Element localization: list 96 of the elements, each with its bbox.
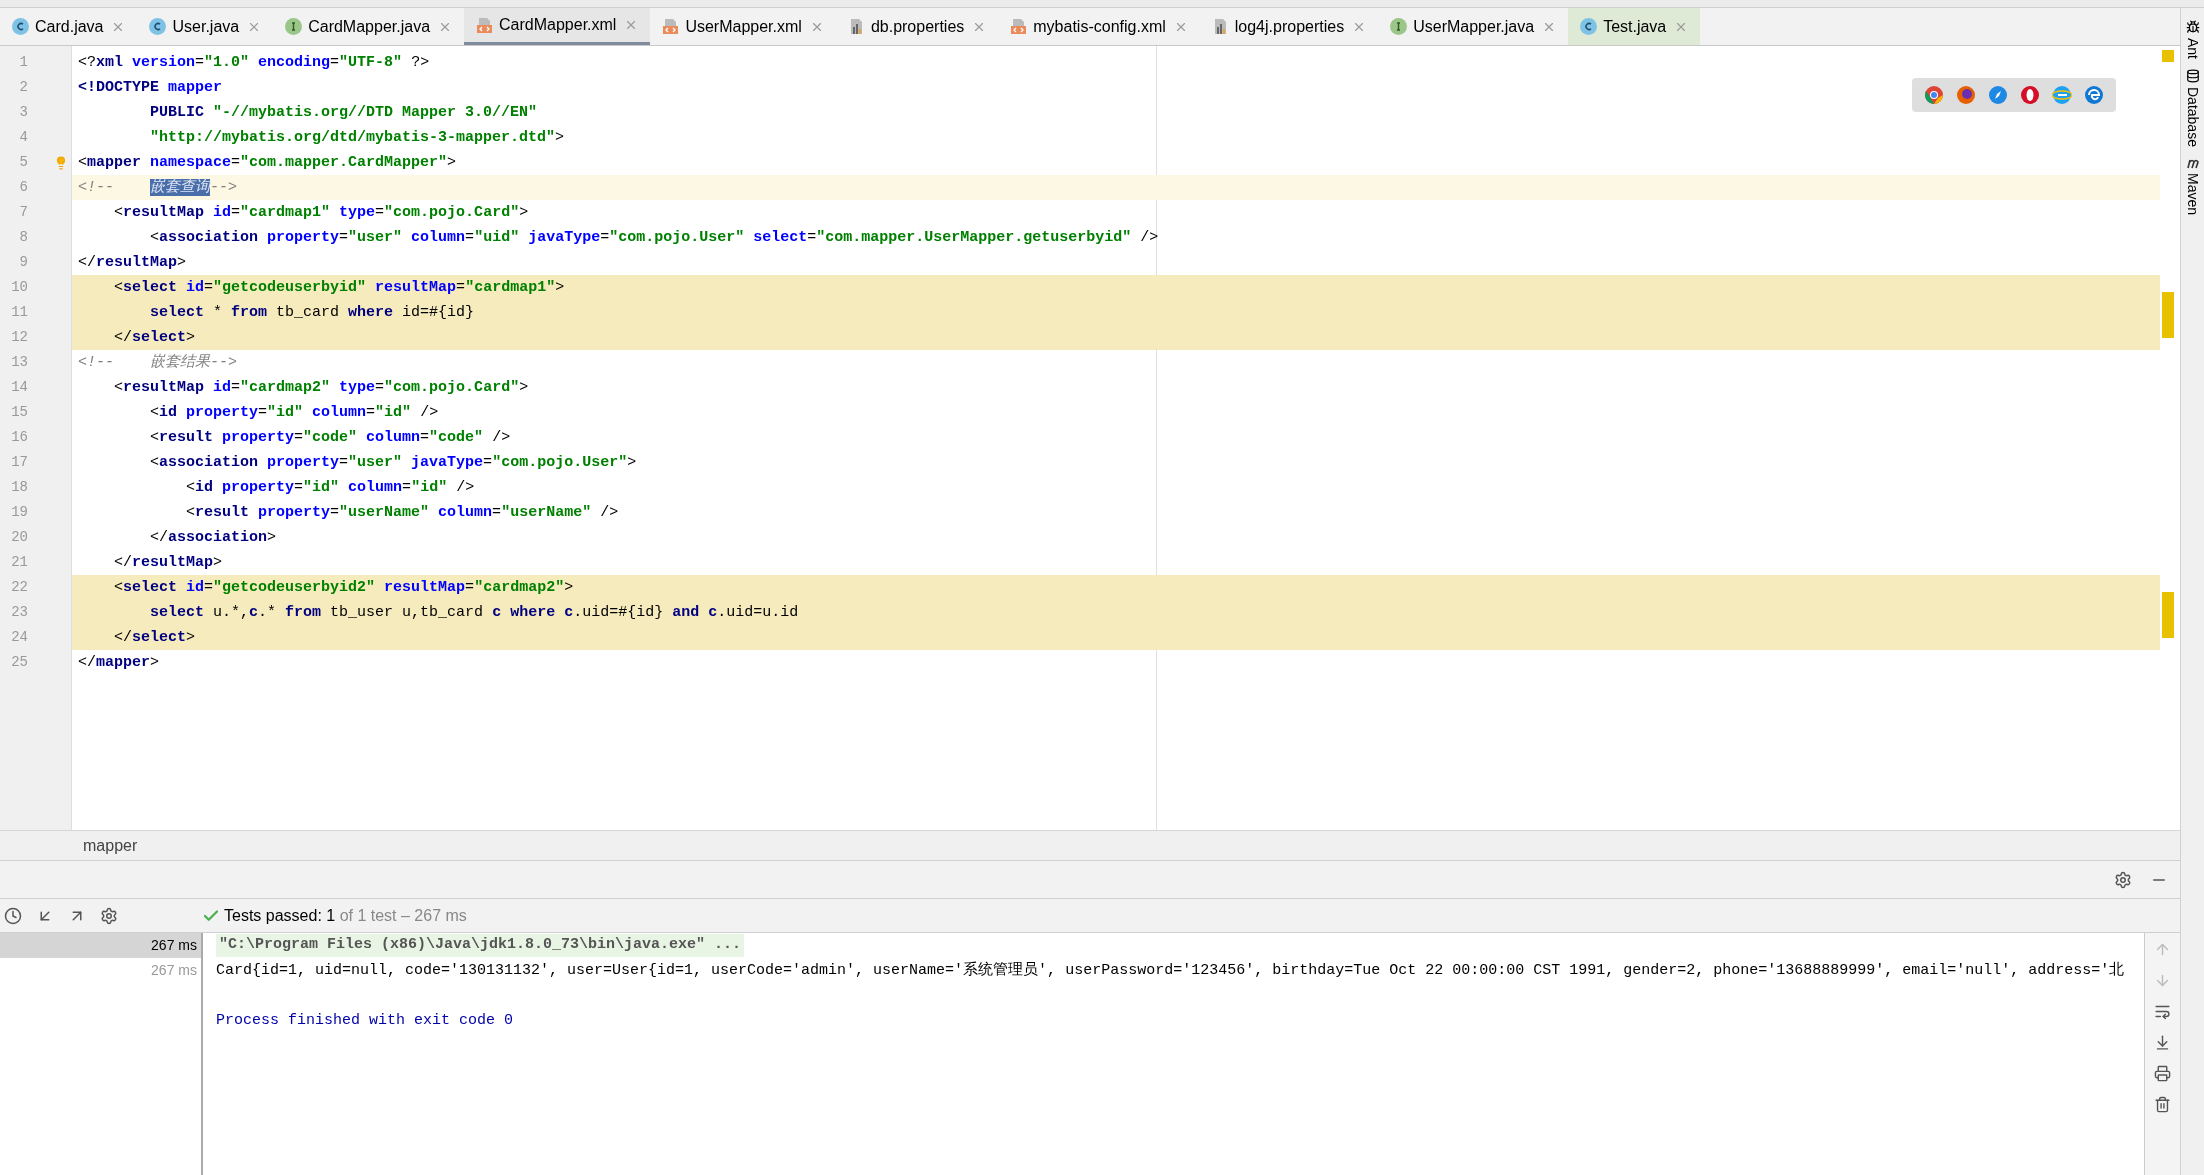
line-number: 1 — [18, 53, 28, 72]
line-number: 8 — [18, 228, 28, 247]
line-number: 10 — [10, 278, 28, 297]
class-icon — [12, 18, 29, 35]
test-result-row[interactable]: 267 ms — [0, 933, 201, 958]
code-line: <resultMap id="cardmap1" type="com.pojo.Card"> — [113, 203, 529, 223]
bug-icon — [2185, 20, 2200, 34]
test-status: Tests passed: 1 of 1 test – 267 ms — [224, 905, 467, 926]
line-number: 23 — [10, 603, 28, 622]
breadcrumb[interactable]: mapper — [83, 833, 138, 858]
code-line: <result property="code" column="code" /> — [149, 428, 511, 448]
tool-window-button[interactable]: Ant — [2182, 20, 2203, 59]
code-line: </association> — [149, 528, 277, 548]
line-number: 16 — [10, 428, 28, 447]
code-line: <!DOCTYPE mapper — [78, 78, 223, 98]
code-line: </resultMap> — [113, 553, 223, 573]
chrome-icon[interactable] — [1924, 85, 1944, 105]
file-tab[interactable]: db.properties — [835, 8, 999, 45]
compass-icon[interactable] — [1988, 85, 2008, 105]
interface-icon — [1390, 18, 1408, 35]
soft-wrap-icon[interactable] — [2154, 1003, 2171, 1020]
file-tab[interactable]: Card.java — [0, 8, 138, 45]
warning-marker[interactable] — [2162, 50, 2174, 62]
edge-icon[interactable] — [2084, 85, 2104, 105]
line-number: 13 — [10, 353, 28, 372]
code-line: <association property="user" column="uid" javaType="com.pojo.User" select="com.mapper.UserMapper.getuserbyid" /> — [149, 228, 1159, 248]
line-number: 21 — [10, 553, 28, 572]
file-tab[interactable]: UserMapper.xml — [650, 8, 836, 45]
settings-icon[interactable] — [2114, 870, 2132, 889]
line-number: 22 — [10, 578, 28, 597]
code-line: PUBLIC "-//mybatis.org//DTD Mapper 3.0//EN" — [149, 103, 538, 123]
file-tab[interactable]: CardMapper.xml — [464, 8, 651, 45]
xml-file-icon — [1010, 18, 1028, 35]
line-number: 3 — [18, 103, 28, 122]
code-line: </select> — [113, 628, 196, 648]
scroll-to-end-icon[interactable] — [2154, 1034, 2171, 1051]
line-number: 19 — [10, 503, 28, 522]
highlight-marker[interactable] — [2162, 292, 2174, 338]
code-line: <id property="id" column="id" /> — [185, 478, 475, 498]
code-line: <?xml version="1.0" encoding="UTF-8" ?> — [78, 53, 430, 73]
line-number: 5 — [18, 153, 28, 172]
code-line: <!-- 嵌套结果--> — [78, 352, 238, 373]
file-tab[interactable]: User.java — [137, 8, 274, 45]
code-line: </mapper> — [78, 653, 160, 673]
lightbulb-icon[interactable] — [54, 155, 68, 170]
line-number: 20 — [10, 528, 28, 547]
highlight-marker[interactable] — [2162, 592, 2174, 638]
tool-window-button[interactable]: Database — [2182, 69, 2203, 147]
code-line: <association property="user" javaType="com.pojo.User"> — [149, 453, 637, 473]
file-tab[interactable]: UserMapper.java — [1378, 8, 1569, 45]
xml-file-icon — [476, 16, 494, 34]
class-icon — [1580, 18, 1598, 35]
line-number: 18 — [10, 478, 28, 497]
line-number: 2 — [18, 78, 28, 97]
code-line: </select> — [113, 328, 196, 348]
tool-window-button[interactable]: Maven — [2182, 156, 2203, 215]
history-icon[interactable] — [4, 906, 22, 925]
code-line: <select id="getcodeuserbyid2" resultMap="cardmap2"> — [113, 578, 574, 598]
file-tab[interactable]: CardMapper.java — [273, 8, 465, 45]
console-command: "C:\Program Files (x86)\Java\jdk1.8.0_73\bin\java.exe" ... — [216, 934, 745, 957]
line-number: 11 — [10, 303, 28, 322]
xml-file-icon — [662, 18, 680, 35]
settings-icon[interactable] — [100, 906, 118, 925]
line-number: 12 — [10, 328, 28, 347]
line-number: 4 — [18, 128, 28, 147]
ie-icon[interactable] — [2052, 85, 2072, 105]
code-line: <select id="getcodeuserbyid" resultMap="cardmap1"> — [113, 278, 565, 298]
line-number: 6 — [18, 178, 28, 197]
firefox-icon[interactable] — [1956, 85, 1976, 105]
code-line: <id property="id" column="id" /> — [149, 403, 439, 423]
line-number: 24 — [10, 628, 28, 647]
file-tab[interactable]: Test.java — [1568, 8, 1701, 45]
interface-icon — [285, 18, 303, 35]
code-line: <mapper namespace="com.mapper.CardMapper"> — [78, 153, 457, 173]
print-icon[interactable] — [2154, 1065, 2171, 1082]
code-line: <result property="userName" column="userName" /> — [185, 503, 619, 523]
line-number: 14 — [10, 378, 28, 397]
file-tab[interactable]: log4j.properties — [1199, 8, 1379, 45]
console-exit-message: Process finished with exit code 0 — [216, 1011, 515, 1031]
opera-icon[interactable] — [2020, 85, 2040, 105]
code-line: "http://mybatis.org/dtd/mybatis-3-mapper.dtd"> — [149, 128, 565, 148]
line-number: 17 — [10, 453, 28, 472]
code-line: select u.*,c.* from tb_user u,tb_card c where c.uid=#{id} and c.uid=u.id — [149, 603, 799, 623]
database-icon — [2185, 69, 2200, 83]
code-line: <resultMap id="cardmap2" type="com.pojo.Card"> — [113, 378, 529, 398]
console-output: Card{id=1, uid=null, code='130131132', user=User{id=1, userCode='admin', userName='系统管理员', userPassword='123456', birthday=Tue Oct 22 00:00:00 CST 1991, gender=2, phone='13688889999', email='null', address='北 — [216, 960, 2126, 981]
code-line: </resultMap> — [78, 253, 187, 273]
line-number: 9 — [18, 253, 28, 272]
file-tab[interactable]: mybatis-config.xml — [998, 8, 1200, 45]
class-icon — [149, 18, 167, 35]
line-number: 15 — [10, 403, 28, 422]
line-number: 25 — [10, 653, 28, 672]
down-arrow-icon[interactable] — [2154, 972, 2171, 989]
trash-icon[interactable] — [2154, 1096, 2171, 1113]
code-line: select * from tb_card where id=#{id} — [149, 303, 475, 323]
line-number: 7 — [18, 203, 28, 222]
